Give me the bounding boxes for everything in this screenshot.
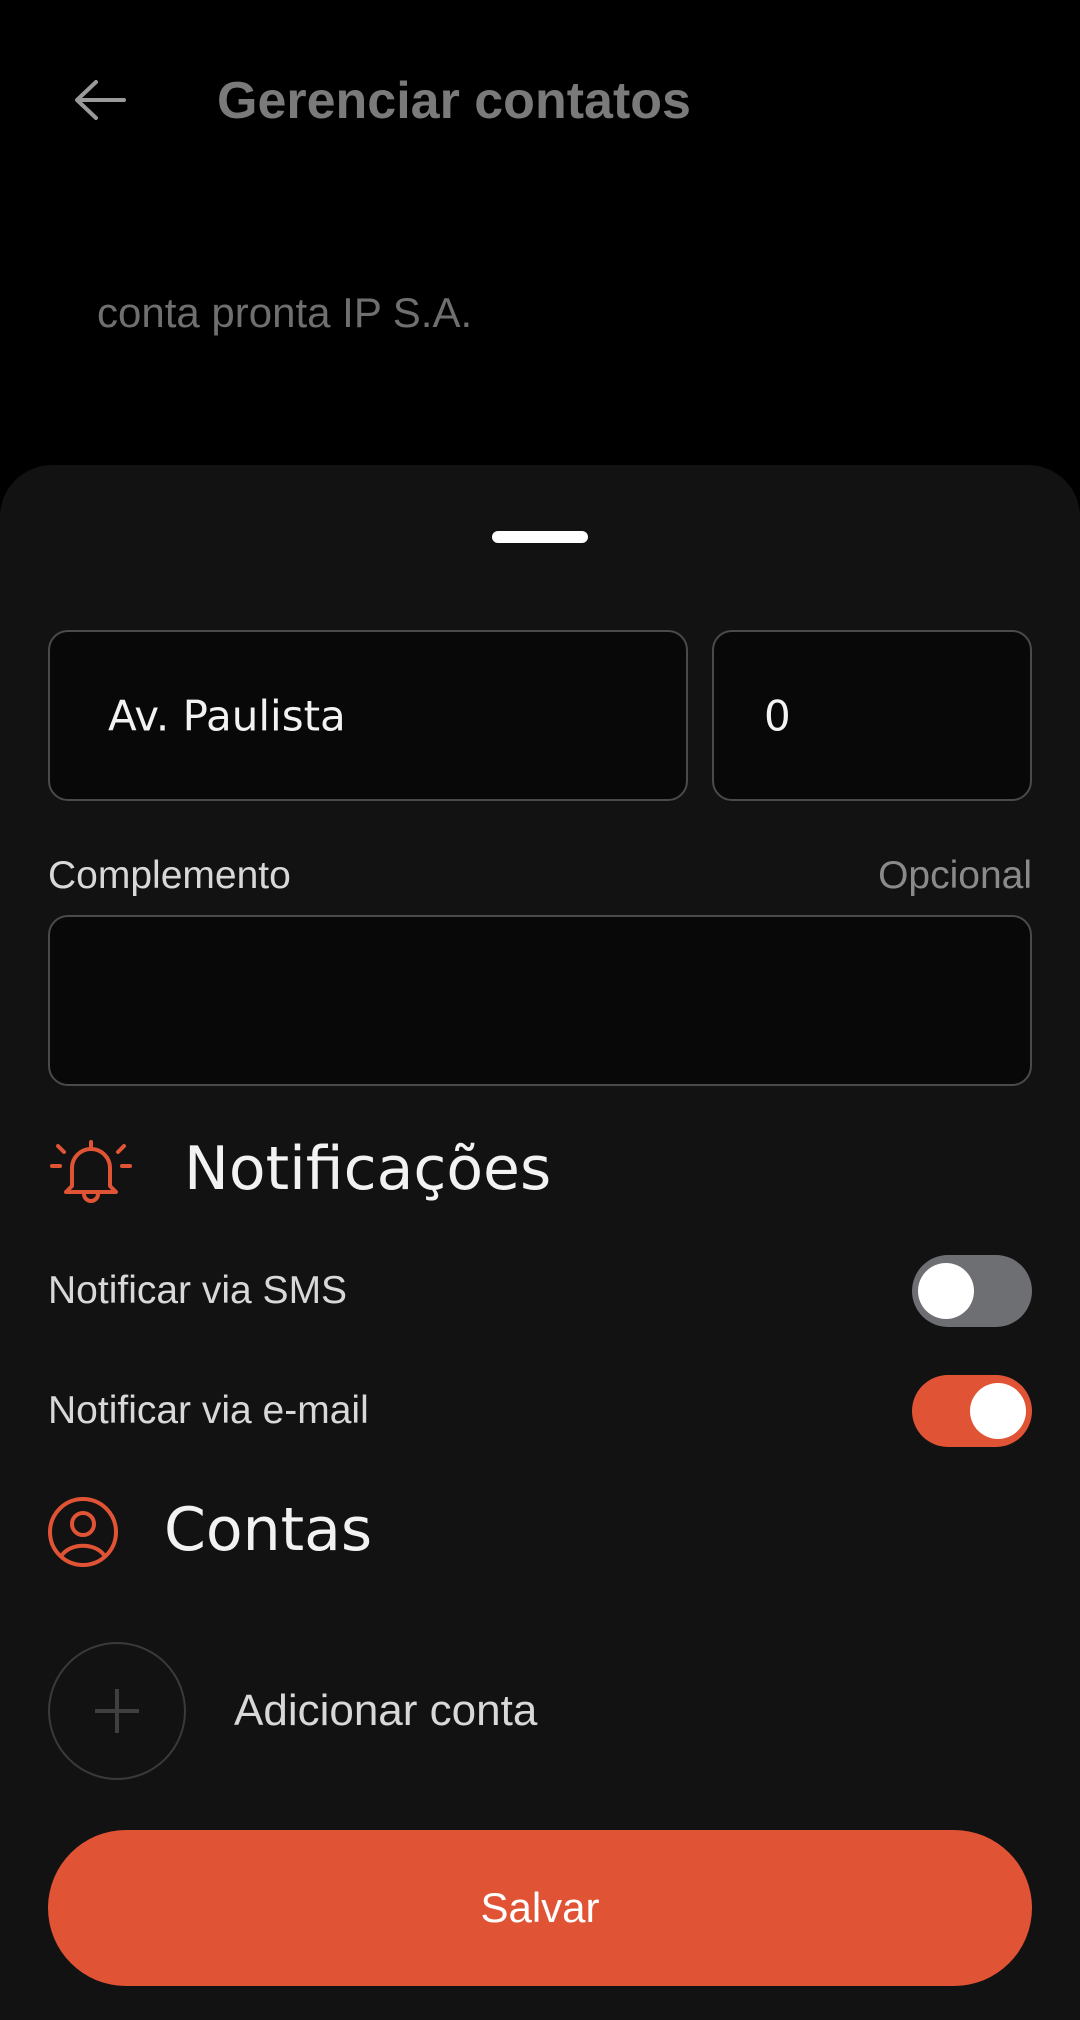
- save-button[interactable]: Salvar: [48, 1830, 1032, 1986]
- toggle-knob: [918, 1263, 974, 1319]
- sms-notification-label: Notificar via SMS: [48, 1269, 348, 1312]
- bottom-sheet: Av. Paulista 0 Complemento Opcional Noti…: [0, 465, 1080, 2020]
- number-input-value: 0: [764, 691, 791, 740]
- complement-label: Complemento: [48, 854, 291, 897]
- toggle-knob: [970, 1383, 1026, 1439]
- email-notification-toggle[interactable]: [912, 1375, 1032, 1447]
- bell-icon: [50, 1140, 132, 1203]
- page-header: Gerenciar contatos conta pronta IP S.A.: [0, 0, 1080, 520]
- user-circle-icon: [48, 1497, 118, 1567]
- sheet-drag-handle[interactable]: [492, 531, 588, 543]
- street-input-value: Av. Paulista: [108, 691, 346, 740]
- street-label-cut: [96, 583, 116, 597]
- add-account-button[interactable]: [48, 1642, 186, 1780]
- arrow-left-icon: [75, 80, 126, 120]
- email-notification-label: Notificar via e-mail: [48, 1389, 369, 1432]
- complement-optional-hint: Opcional: [878, 854, 1032, 897]
- number-input[interactable]: 0: [712, 630, 1032, 801]
- street-input[interactable]: Av. Paulista: [48, 630, 688, 801]
- save-button-label: Salvar: [480, 1884, 600, 1931]
- accounts-title: Contas: [164, 1495, 373, 1565]
- plus-icon: [95, 1689, 139, 1733]
- company-name: conta pronta IP S.A.: [97, 289, 473, 336]
- notifications-title: Notificações: [184, 1134, 552, 1204]
- sms-notification-toggle[interactable]: [912, 1255, 1032, 1327]
- back-button[interactable]: [60, 60, 140, 140]
- page-title: Gerenciar contatos: [217, 72, 691, 130]
- complement-input[interactable]: [48, 915, 1032, 1086]
- add-account-label[interactable]: Adicionar conta: [234, 1683, 537, 1739]
